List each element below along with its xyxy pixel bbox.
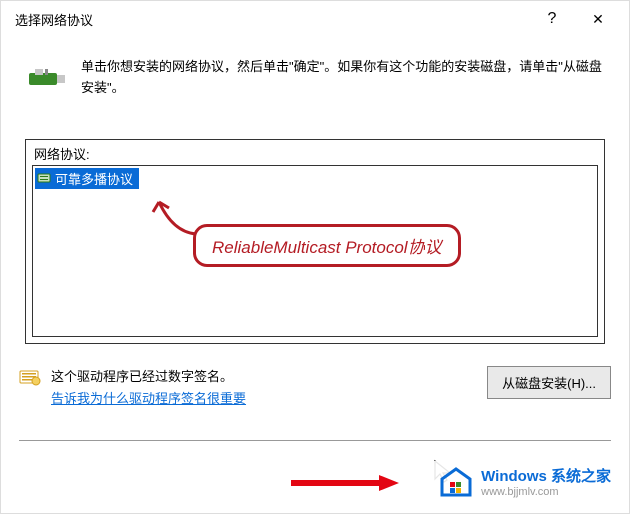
protocol-list-label: 网络协议: <box>34 144 598 163</box>
close-button[interactable]: ✕ <box>575 4 621 34</box>
help-button[interactable]: ? <box>529 4 575 34</box>
watermark: Windows 系统之家 www.bjjmlv.com <box>431 461 617 507</box>
protocol-item-icon <box>37 171 53 185</box>
protocol-item-label: 可靠多播协议 <box>55 169 133 188</box>
signed-driver-icon <box>19 368 41 386</box>
signature-text: 这个驱动程序已经过数字签名。 <box>51 366 246 388</box>
signature-link[interactable]: 告诉我为什么驱动程序签名很重要 <box>51 391 246 406</box>
window-title: 选择网络协议 <box>15 10 93 29</box>
footer-separator <box>19 440 611 441</box>
watermark-title: Windows 系统之家 <box>481 468 611 486</box>
protocol-list[interactable]: 可靠多播协议 ReliableMulticast Protocol协议 <box>32 165 598 337</box>
protocol-list-container: 网络协议: 可靠多播协议 ReliableMulticast Protocol协… <box>25 139 605 344</box>
watermark-logo-icon <box>437 465 475 503</box>
protocol-list-item-selected[interactable]: 可靠多播协议 <box>35 168 139 189</box>
red-arrow-icon <box>291 473 401 493</box>
install-from-disk-button[interactable]: 从磁盘安装(H)... <box>487 366 611 399</box>
annotation-callout: ReliableMulticast Protocol协议 <box>193 224 461 267</box>
instruction-text: 单击你想安装的网络协议，然后单击"确定"。如果你有这个功能的安装磁盘，请单击"从… <box>81 57 603 99</box>
watermark-url: www.bjjmlv.com <box>481 486 611 499</box>
network-adapter-icon <box>27 63 67 93</box>
